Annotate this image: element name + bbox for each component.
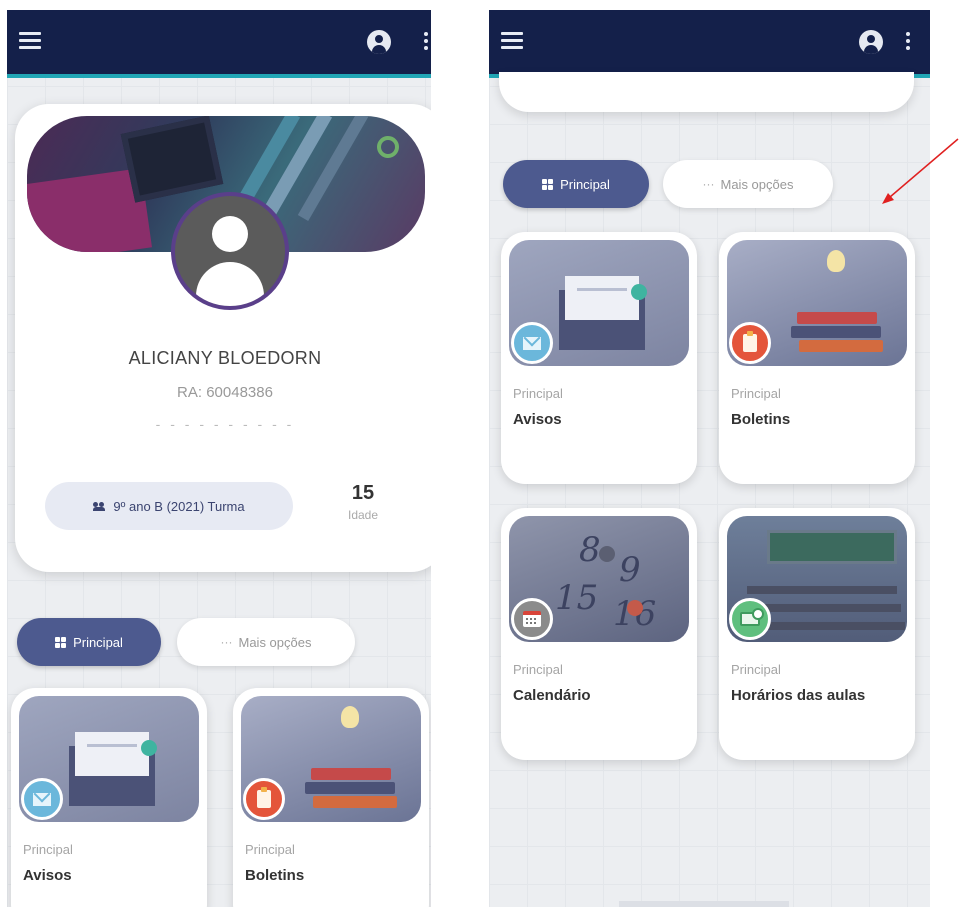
annotation-arrow [882, 138, 959, 204]
screenshot-canvas: ALICIANY BLOEDORN RA: 60048386 - - - - -… [0, 0, 961, 917]
